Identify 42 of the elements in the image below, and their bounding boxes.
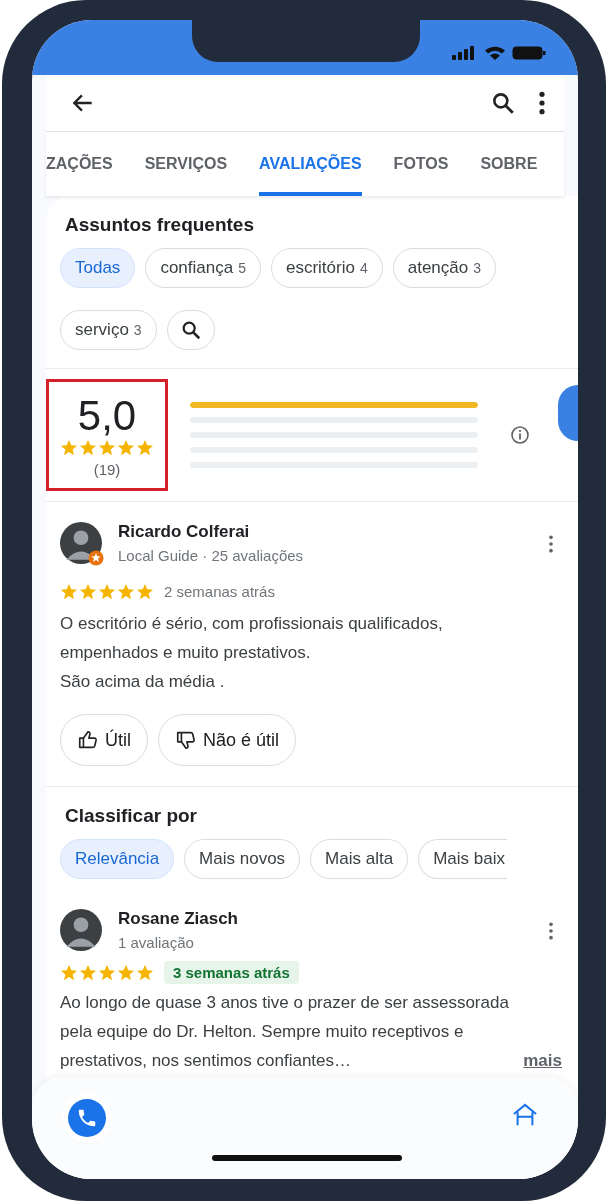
reviewer-name[interactable]: Ricardo Colferai (118, 522, 532, 542)
phone-icon (76, 1107, 98, 1129)
reviewer-name[interactable]: Rosane Ziasch (118, 909, 532, 929)
more-options-icon[interactable] (538, 90, 546, 116)
more-options-icon[interactable] (548, 534, 554, 554)
sort-chip[interactable]: Mais alta (310, 839, 409, 879)
reviewer-meta: 1 avaliação (118, 934, 195, 951)
avatar[interactable] (60, 909, 102, 951)
avatar[interactable] (60, 522, 102, 564)
review-text: Ao longo de quase 3 anos tive o prazer de ser assessorada pela equipe do Dr. Helton. Sempre muito receptivos e prestativos, nos sentimos confiantes… (60, 992, 510, 1072)
not-helpful-button[interactable]: Não é útil (158, 714, 297, 766)
review-text: O escritório é sério, com profissionais qualificados, empenhados e muito prestativos. São acima da média . (60, 613, 444, 693)
topic-chip[interactable]: confiança 5 (145, 248, 261, 288)
more-link[interactable]: mais (523, 1046, 562, 1075)
wifi-icon (485, 45, 505, 60)
topic-chip[interactable]: atenção 3 (392, 248, 496, 288)
review-date: 2 semanas atrás (164, 582, 275, 602)
section-title: Classificar por (64, 805, 198, 827)
more-options-icon[interactable] (548, 921, 554, 941)
review-count: (19) (93, 460, 121, 478)
rating-score: 5,0 (77, 392, 137, 439)
topic-chip[interactable]: serviço 3 (60, 310, 157, 350)
helpful-button[interactable]: Útil (60, 714, 148, 766)
sort-chip[interactable]: Mais baix (418, 839, 507, 879)
thumbs-up-icon (77, 729, 99, 751)
tab[interactable]: SERVIÇOS (144, 132, 228, 196)
section-title: Assuntos frequentes (64, 214, 255, 236)
sort-chip[interactable]: Relevância (60, 839, 175, 879)
tab[interactable]: SOBRE (480, 132, 538, 196)
search-icon[interactable] (490, 90, 516, 116)
topic-chip[interactable]: Todas (60, 248, 136, 288)
battery-icon (512, 45, 546, 60)
tab[interactable]: FOTOS (393, 132, 449, 196)
search-button[interactable] (166, 310, 215, 350)
tab[interactable]: ZAÇÕES (46, 132, 113, 196)
sort-chip[interactable]: Mais novos (184, 839, 301, 879)
reviewer-meta: Local Guide · 25 avaliações (118, 547, 305, 564)
topic-chip[interactable]: escritório 4 (270, 248, 383, 288)
home-icon[interactable] (512, 1103, 538, 1127)
info-icon[interactable] (510, 425, 530, 445)
thumbs-down-icon (175, 729, 197, 751)
review-date: 3 semanas atrás (164, 961, 299, 984)
